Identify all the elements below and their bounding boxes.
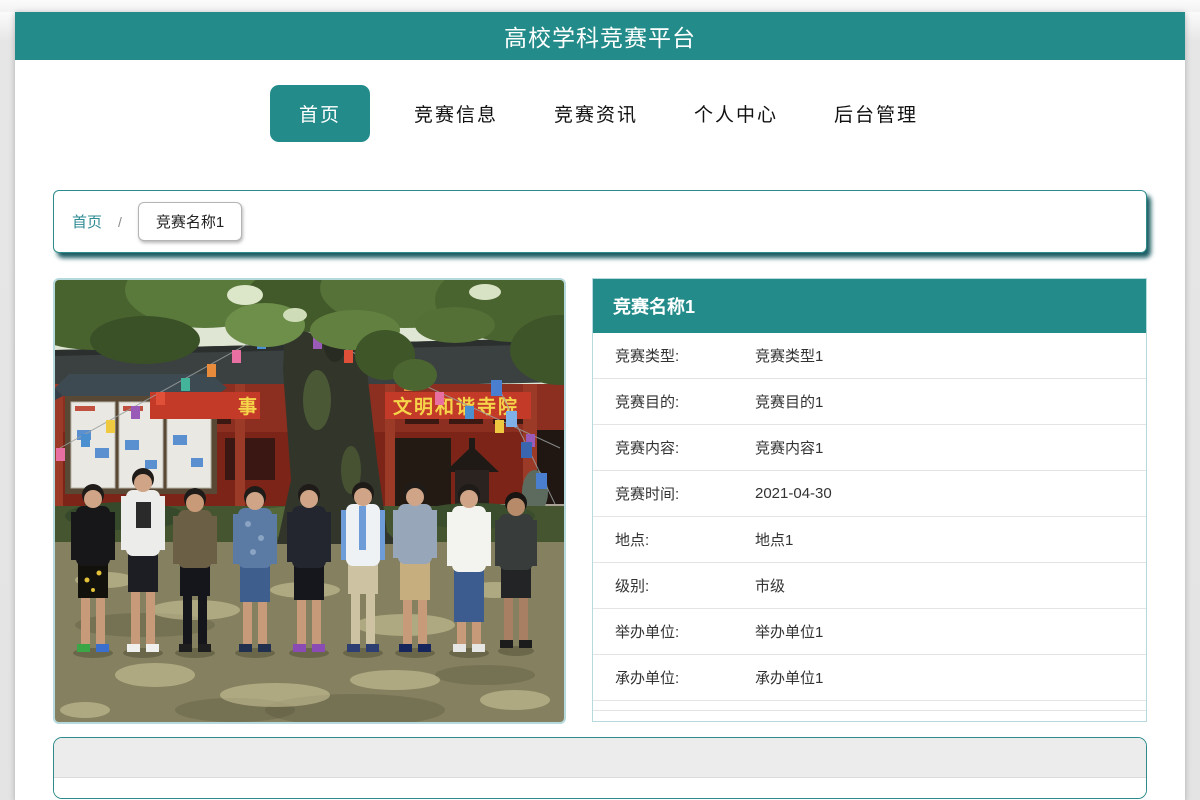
breadcrumb: 首页 / 竞赛名称1 — [53, 190, 1147, 253]
detail-label: 承办单位: — [615, 667, 755, 688]
nav-item-competition-info[interactable]: 竞赛信息 — [402, 86, 510, 141]
competition-photo-frame: 事 文明和谐寺院 — [53, 278, 566, 724]
nav-item-home[interactable]: 首页 — [270, 85, 370, 142]
detail-row-time: 竞赛时间: 2021-04-30 — [593, 471, 1146, 517]
banner-right-text: 文明和谐寺院 — [393, 395, 519, 418]
breadcrumb-home-link[interactable]: 首页 — [72, 211, 102, 232]
nav-item-personal-center[interactable]: 个人中心 — [682, 86, 790, 141]
detail-label: 举办单位: — [615, 621, 755, 642]
nav-item-competition-news[interactable]: 竞赛资讯 — [542, 86, 650, 141]
bottom-section-body — [54, 778, 1146, 798]
detail-value: 市级 — [755, 575, 785, 596]
detail-row-location: 地点: 地点1 — [593, 517, 1146, 563]
detail-row-purpose: 竞赛目的: 竞赛目的1 — [593, 379, 1146, 425]
detail-label: 地点: — [615, 529, 755, 550]
main-nav: 首页 竞赛信息 竞赛资讯 个人中心 后台管理 — [15, 60, 1185, 168]
detail-row-organizer: 承办单位: 承办单位1 — [593, 655, 1146, 701]
main-content: 事 文明和谐寺院 — [53, 278, 1147, 724]
detail-empty-row — [593, 711, 1146, 721]
detail-label: 竞赛时间: — [615, 483, 755, 504]
detail-label: 级别: — [615, 575, 755, 596]
detail-label: 竞赛类型: — [615, 345, 755, 366]
detail-value: 举办单位1 — [755, 621, 823, 642]
page-card: 高校学科竞赛平台 首页 竞赛信息 竞赛资讯 个人中心 后台管理 首页 / 竞赛名… — [15, 12, 1185, 800]
detail-empty-row — [593, 701, 1146, 711]
detail-value: 2021-04-30 — [755, 485, 832, 502]
breadcrumb-separator: / — [118, 214, 122, 230]
detail-row-level: 级别: 市级 — [593, 563, 1146, 609]
detail-row-content: 竞赛内容: 竞赛内容1 — [593, 425, 1146, 471]
detail-value: 承办单位1 — [755, 667, 823, 688]
detail-label: 竞赛内容: — [615, 437, 755, 458]
detail-row-type: 竞赛类型: 竞赛类型1 — [593, 333, 1146, 379]
bottom-section — [53, 737, 1147, 799]
competition-photo: 事 文明和谐寺院 — [55, 280, 564, 722]
detail-row-host: 举办单位: 举办单位1 — [593, 609, 1146, 655]
app-title: 高校学科竞赛平台 — [504, 19, 696, 53]
detail-value: 竞赛类型1 — [755, 345, 823, 366]
detail-value: 竞赛目的1 — [755, 391, 823, 412]
nav-item-admin[interactable]: 后台管理 — [822, 86, 930, 141]
detail-value: 竞赛内容1 — [755, 437, 823, 458]
competition-detail-title: 竞赛名称1 — [593, 279, 1146, 333]
breadcrumb-current: 竞赛名称1 — [138, 202, 242, 241]
detail-value: 地点1 — [755, 529, 793, 550]
app-header: 高校学科竞赛平台 — [15, 12, 1185, 60]
detail-label: 竞赛目的: — [615, 391, 755, 412]
competition-detail-panel: 竞赛名称1 竞赛类型: 竞赛类型1 竞赛目的: 竞赛目的1 竞赛内容: 竞赛内容… — [592, 278, 1147, 722]
bottom-section-header — [54, 738, 1146, 778]
banner-left-text: 事 — [238, 395, 257, 418]
